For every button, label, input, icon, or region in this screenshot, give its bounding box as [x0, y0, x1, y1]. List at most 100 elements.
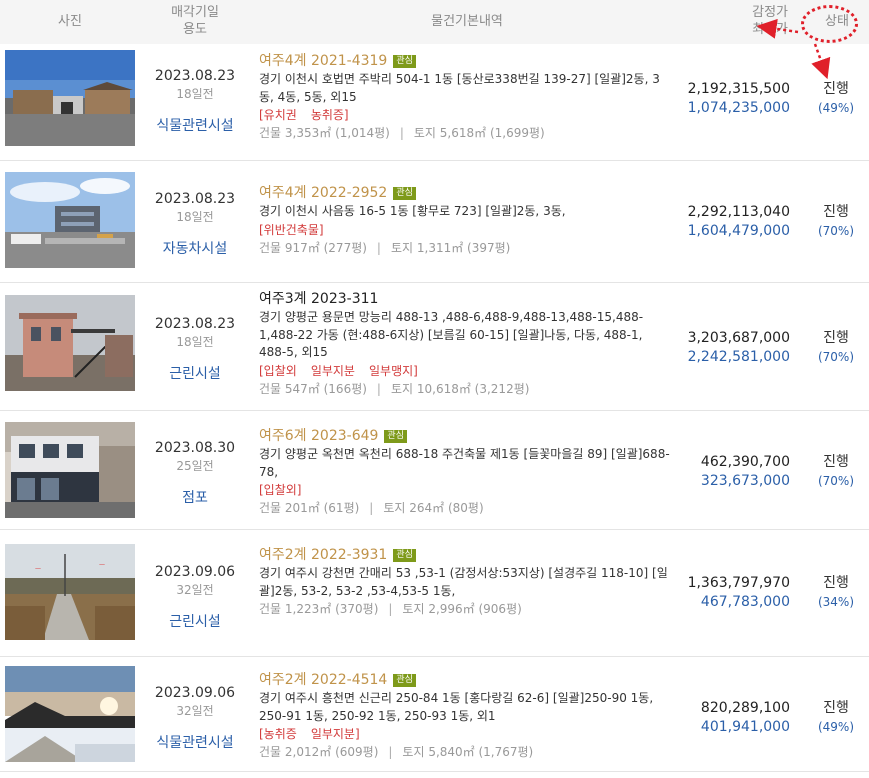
appraisal-price: 820,289,100 — [700, 700, 790, 716]
days-remaining: 32일전 — [176, 583, 214, 597]
building-area: 건물 1,223㎡ (370평) — [259, 602, 379, 616]
warning-tags: [유치권 농취증] — [259, 107, 671, 124]
property-photo[interactable]: — — — [5, 544, 135, 640]
property-use: 근린시설 — [169, 614, 221, 630]
property-photo[interactable] — [5, 666, 135, 762]
case-number[interactable]: 2023-311 — [311, 291, 378, 307]
price-cell: 820,289,100 401,941,000 — [672, 699, 790, 737]
area-info: 건물 201㎡ (61평) | 토지 264㎡ (80평) — [259, 500, 671, 517]
case-number[interactable]: 2022-2952 — [311, 185, 387, 201]
header-min-label: 최저가 — [752, 22, 788, 37]
warning-tag: 일부지분] — [310, 727, 360, 741]
building-area: 건물 917㎡ (277평) — [259, 240, 367, 255]
court-name[interactable]: 여주3계 — [259, 291, 307, 307]
table-row[interactable]: 2023.08.23 18일전 자동차시설 여주4계 2022-2952 관심 경… — [0, 161, 869, 283]
property-photo[interactable] — [5, 172, 135, 268]
property-address: 경기 양평군 옥천면 옥천리 688-18 주건축물 제1동 [들꽃마을길 89… — [259, 447, 670, 479]
table-row[interactable]: 2023.08.23 18일전 근린시설 여주3계 2023-311 경기 양평… — [0, 283, 869, 411]
court-name[interactable]: 여주2계 — [259, 547, 307, 563]
warning-tag: [농취증 — [259, 727, 297, 741]
minimum-price: 1,074,235,000 — [687, 100, 790, 116]
sale-date-cell: 2023.09.06 32일전 근린시설 — [143, 564, 247, 631]
case-number[interactable]: 2021-4319 — [311, 53, 387, 69]
property-info-cell: 여주6계 2023-649 관심 경기 양평군 옥천면 옥천리 688-18 주건… — [259, 427, 671, 517]
court-name[interactable]: 여주4계 — [259, 185, 307, 201]
header-info: 물건기본내역 — [431, 14, 503, 29]
min-price-percent: (70%) — [817, 350, 855, 364]
svg-text:—: — — [35, 565, 41, 572]
minimum-price: 2,242,581,000 — [687, 349, 790, 365]
property-use: 점포 — [182, 490, 208, 506]
property-use: 자동차시설 — [162, 241, 228, 257]
header-price[interactable]: 감정가 최저가 — [684, 4, 790, 38]
header-status[interactable]: 상태 — [805, 13, 869, 30]
case-title[interactable]: 여주6계 2023-649 관심 — [259, 427, 671, 445]
interest-badge[interactable]: 관심 — [393, 674, 416, 687]
case-title[interactable]: 여주4계 2022-2952 관심 — [259, 184, 671, 202]
status-text: 진행 — [823, 575, 849, 591]
land-area: 토지 10,618㎡ (3,212평) — [390, 381, 530, 396]
case-title[interactable]: 여주2계 2022-3931 관심 — [259, 546, 671, 564]
sale-date-cell: 2023.08.23 18일전 근린시설 — [143, 316, 247, 383]
table-row[interactable]: — — 2023.09.06 32일전 근린시설 여주2계 2022-3931 관심… — [0, 530, 869, 657]
land-area: 토지 1,311㎡ (397평) — [390, 240, 511, 255]
sale-date: 2023.08.23 — [154, 191, 236, 207]
case-number[interactable]: 2022-4514 — [311, 672, 387, 688]
table-header: 사진 매각기일 용도 물건기본내역 감정가 최저가 상태 — [0, 0, 869, 44]
min-price-percent: (70%) — [817, 224, 855, 238]
warning-tag: 일부지분 — [310, 363, 355, 378]
days-remaining: 25일전 — [176, 459, 214, 473]
case-title[interactable]: 여주3계 2023-311 — [259, 290, 671, 308]
sale-date: 2023.08.30 — [154, 440, 236, 456]
land-area: 토지 5,840㎡ (1,767평) — [402, 745, 534, 759]
header-use-label: 용도 — [183, 22, 207, 37]
separator: | — [399, 126, 404, 140]
area-info: 건물 1,223㎡ (370평) | 토지 2,996㎡ (906평) — [259, 601, 671, 618]
table-row[interactable]: 2023.08.30 25일전 점포 여주6계 2023-649 관심 경기 양평… — [0, 411, 869, 530]
area-info: 건물 2,012㎡ (609평) | 토지 5,840㎡ (1,767평) — [259, 744, 671, 761]
interest-badge[interactable]: 관심 — [393, 187, 416, 200]
warning-tag: 일부맹지] — [368, 363, 418, 378]
warning-tag: [유치권 — [259, 108, 297, 122]
warning-tags: [입찰외 일부지분 일부맹지] — [259, 363, 671, 380]
svg-text:—: — — [99, 561, 105, 568]
minimum-price: 1,604,479,000 — [687, 223, 790, 239]
price-cell: 2,192,315,500 1,074,235,000 — [672, 80, 790, 118]
sale-date-cell: 2023.08.30 25일전 점포 — [143, 440, 247, 507]
table-row[interactable]: 2023.08.23 18일전 식물관련시설 여주4계 2021-4319 관심 … — [0, 44, 869, 161]
header-photo: 사진 — [58, 14, 82, 29]
property-photo[interactable] — [5, 50, 135, 146]
separator: | — [388, 745, 393, 759]
status-text: 진행 — [823, 454, 849, 470]
court-name[interactable]: 여주2계 — [259, 672, 307, 688]
status-cell: 진행 (34%) — [808, 574, 864, 612]
warning-tags: [위반건축물] — [259, 222, 671, 239]
building-area: 건물 201㎡ (61평) — [259, 501, 360, 515]
table-row[interactable]: 2023.09.06 32일전 식물관련시설 여주2계 2022-4514 관심 … — [0, 657, 869, 772]
court-name[interactable]: 여주6계 — [259, 428, 307, 444]
interest-badge[interactable]: 관심 — [393, 55, 416, 68]
property-info-cell: 여주4계 2021-4319 관심 경기 이천시 호법면 주박리 504-1 1동… — [259, 52, 671, 142]
property-photo[interactable] — [5, 422, 135, 518]
property-info-cell: 여주2계 2022-4514 관심 경기 여주시 흥천면 신근리 250-84 1… — [259, 671, 671, 761]
case-title[interactable]: 여주2계 2022-4514 관심 — [259, 671, 671, 689]
interest-badge[interactable]: 관심 — [393, 549, 416, 562]
header-date-label: 매각기일 — [171, 5, 219, 20]
case-number[interactable]: 2022-3931 — [311, 547, 387, 563]
property-use: 식물관련시설 — [156, 735, 234, 751]
property-photo[interactable] — [5, 295, 135, 391]
status-text: 진행 — [823, 204, 849, 220]
court-name[interactable]: 여주4계 — [259, 53, 307, 69]
property-address: 경기 양평군 용문면 망능리 488-13 ,488-6,488-9,488-1… — [259, 310, 644, 359]
minimum-price: 401,941,000 — [700, 719, 790, 735]
appraisal-price: 2,292,113,040 — [687, 204, 790, 220]
case-title[interactable]: 여주4계 2021-4319 관심 — [259, 52, 671, 70]
sale-date: 2023.09.06 — [154, 685, 236, 701]
min-price-percent: (34%) — [817, 595, 855, 609]
interest-badge[interactable]: 관심 — [384, 430, 407, 443]
status-cell: 진행 (70%) — [808, 453, 864, 491]
status-cell: 진행 (70%) — [808, 203, 864, 241]
sale-date-cell: 2023.08.23 18일전 식물관련시설 — [143, 68, 247, 135]
property-info-cell: 여주2계 2022-3931 관심 경기 여주시 강천면 간매리 53 ,53-1… — [259, 546, 671, 618]
case-number[interactable]: 2023-649 — [311, 428, 378, 444]
